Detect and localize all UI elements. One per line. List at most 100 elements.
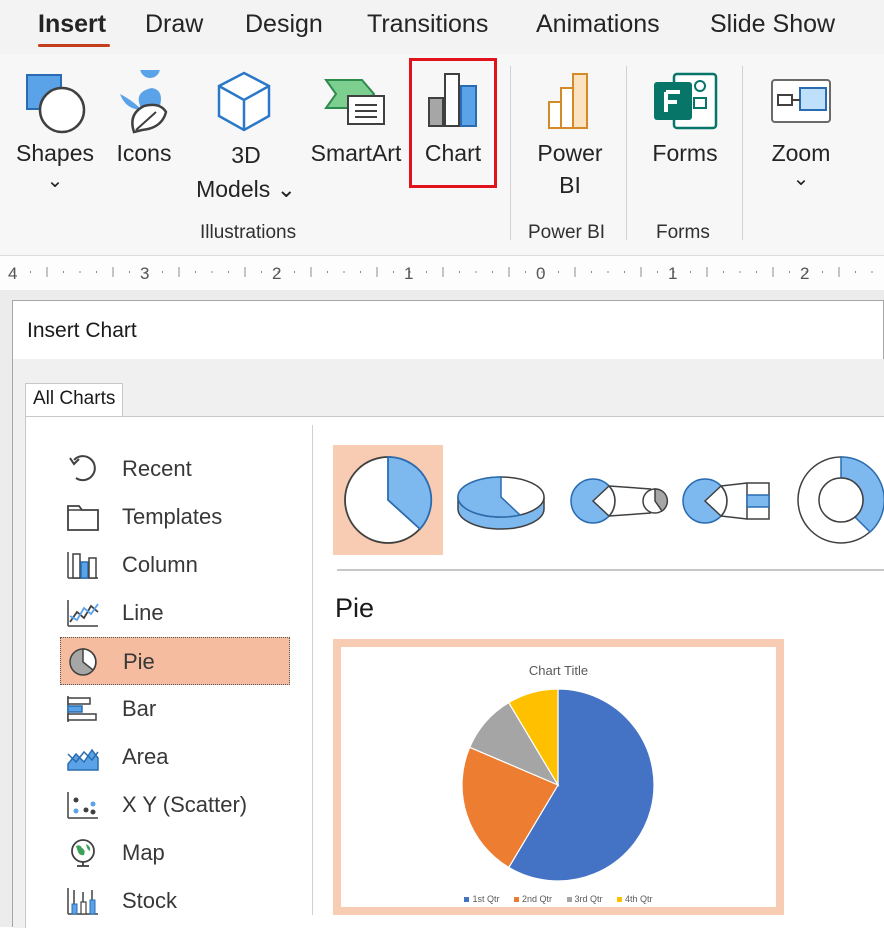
category-templates[interactable]: Templates: [60, 493, 290, 541]
category-recent[interactable]: Recent: [60, 445, 290, 493]
category-label: Bar: [122, 696, 157, 721]
subtype-pie[interactable]: [333, 445, 443, 555]
tab-transitions[interactable]: Transitions: [367, 10, 488, 39]
zoom-button[interactable]: Zoom ⌄: [756, 64, 846, 200]
power-bi-label-line2: BI: [559, 172, 581, 198]
category-bar[interactable]: Bar: [60, 685, 290, 733]
chevron-down-icon: ⌄: [792, 168, 810, 190]
ruler-number: 1: [668, 264, 678, 283]
horizontal-ruler[interactable]: 4 3 2 1 0 1 2: [0, 256, 884, 290]
selected-chart-type-title: Pie: [335, 593, 375, 623]
shapes-icon: [26, 74, 86, 134]
insert-chart-dialog: Insert Chart All Charts Recent Templates: [12, 300, 884, 928]
icons-button[interactable]: Icons: [106, 64, 182, 174]
stock-chart-icon: [67, 888, 98, 915]
pie-chart-icon: [69, 648, 97, 676]
category-line[interactable]: Line: [60, 589, 290, 637]
ruler-number: 3: [140, 264, 150, 283]
smartart-label: SmartArt: [310, 140, 402, 166]
tab-insert[interactable]: Insert: [38, 10, 106, 39]
scatter-chart-icon: [67, 792, 98, 819]
category-label: Column: [122, 552, 198, 577]
active-tab-indicator: [38, 44, 110, 47]
legend-swatch: [464, 897, 470, 903]
tab-slide-show[interactable]: Slide Show: [710, 10, 835, 39]
legend-label: 2nd Qtr: [521, 894, 552, 904]
category-area[interactable]: Area: [60, 733, 290, 781]
forms-label: Forms: [652, 140, 718, 166]
subtype-3d-pie[interactable]: [446, 445, 556, 555]
ruler-number: 1: [404, 264, 414, 283]
power-bi-button[interactable]: Power BI: [522, 64, 618, 204]
group-divider: [626, 66, 627, 240]
zoom-icon: [771, 79, 831, 123]
category-label: Map: [122, 840, 165, 865]
tab-animations[interactable]: Animations: [536, 10, 660, 39]
legend-label: 3rd Qtr: [574, 894, 603, 904]
ruler-number: 0: [536, 264, 546, 283]
shapes-label: Shapes: [15, 140, 94, 166]
column-chart-icon: [67, 552, 98, 579]
smartart-icon: [324, 79, 385, 125]
chart-button-highlight: [409, 58, 497, 188]
legend-item: 3rd Qtr: [566, 894, 603, 904]
3d-models-button[interactable]: 3D Models ⌄: [192, 64, 300, 204]
group-divider: [510, 66, 511, 240]
category-column[interactable]: Column: [60, 541, 290, 589]
subtype-divider: [337, 569, 884, 571]
legend-swatch: [513, 897, 519, 903]
ruler-number: 4: [8, 264, 18, 283]
zoom-label: Zoom: [771, 140, 831, 166]
category-xy-scatter[interactable]: X Y (Scatter): [60, 781, 290, 829]
ribbon-tab-bar: Insert Draw Design Transitions Animation…: [0, 0, 884, 54]
ruler-number: 2: [800, 264, 810, 283]
legend-item: 2nd Qtr: [513, 894, 552, 904]
group-label-illustrations: Illustrations: [200, 222, 297, 243]
subtype-doughnut[interactable]: [786, 445, 884, 555]
icons-icon: [120, 70, 168, 134]
bar-of-pie-subtype-icon: [682, 478, 770, 524]
category-label: X Y (Scatter): [122, 792, 248, 817]
ribbon: Shapes ⌄ Icons 3D Models ⌄ SmartArt Char…: [0, 54, 884, 256]
chart-pane: Recent Templates Column Line Pie Bar Are…: [25, 416, 884, 928]
icons-label: Icons: [116, 140, 172, 166]
category-label: Area: [122, 744, 169, 769]
tab-draw[interactable]: Draw: [145, 10, 203, 39]
shapes-button[interactable]: Shapes ⌄: [10, 64, 100, 200]
tab-all-charts[interactable]: All Charts: [25, 383, 124, 417]
category-label: Pie: [123, 649, 155, 674]
subtype-bar-of-pie[interactable]: [673, 445, 783, 555]
3d-models-label-line1: 3D: [231, 142, 261, 168]
category-stock[interactable]: Stock: [60, 877, 290, 925]
3d-pie-subtype-icon: [457, 476, 545, 530]
legend-item: 1st Qtr: [464, 894, 499, 904]
category-pie[interactable]: Pie: [60, 637, 290, 685]
tab-design[interactable]: Design: [245, 10, 323, 39]
forms-icon: [654, 72, 718, 130]
group-divider: [742, 66, 743, 240]
chart-preview[interactable]: Chart Title 1st Qtr 2nd Qtr 3rd Qtr 4th …: [333, 639, 784, 915]
forms-button[interactable]: Forms: [638, 64, 732, 174]
templates-icon: [67, 505, 99, 531]
legend-label: 1st Qtr: [472, 894, 500, 904]
legend-label: 4th Qtr: [625, 894, 653, 904]
recent-icon: [69, 455, 96, 482]
smartart-button[interactable]: SmartArt: [304, 64, 408, 174]
group-label-power-bi: Power BI: [528, 222, 606, 243]
area-chart-icon: [67, 748, 99, 771]
chevron-down-icon: ⌄: [46, 170, 64, 192]
pie-subtype-icon: [344, 456, 433, 544]
power-bi-icon: [548, 73, 588, 129]
group-label-forms: Forms: [656, 222, 710, 243]
map-chart-icon: [71, 839, 95, 867]
category-label: Line: [122, 600, 164, 625]
doughnut-subtype-icon: [797, 456, 884, 544]
3d-cube-icon: [217, 71, 271, 132]
category-map[interactable]: Map: [60, 829, 290, 877]
chart-legend: 1st Qtr 2nd Qtr 3rd Qtr 4th Qtr: [341, 894, 776, 904]
power-bi-label-line1: Power: [537, 140, 603, 166]
subtype-pie-of-pie[interactable]: [559, 445, 669, 555]
ruler-number: 2: [272, 264, 282, 283]
pie-of-pie-subtype-icon: [570, 478, 669, 524]
line-chart-icon: [67, 600, 99, 627]
